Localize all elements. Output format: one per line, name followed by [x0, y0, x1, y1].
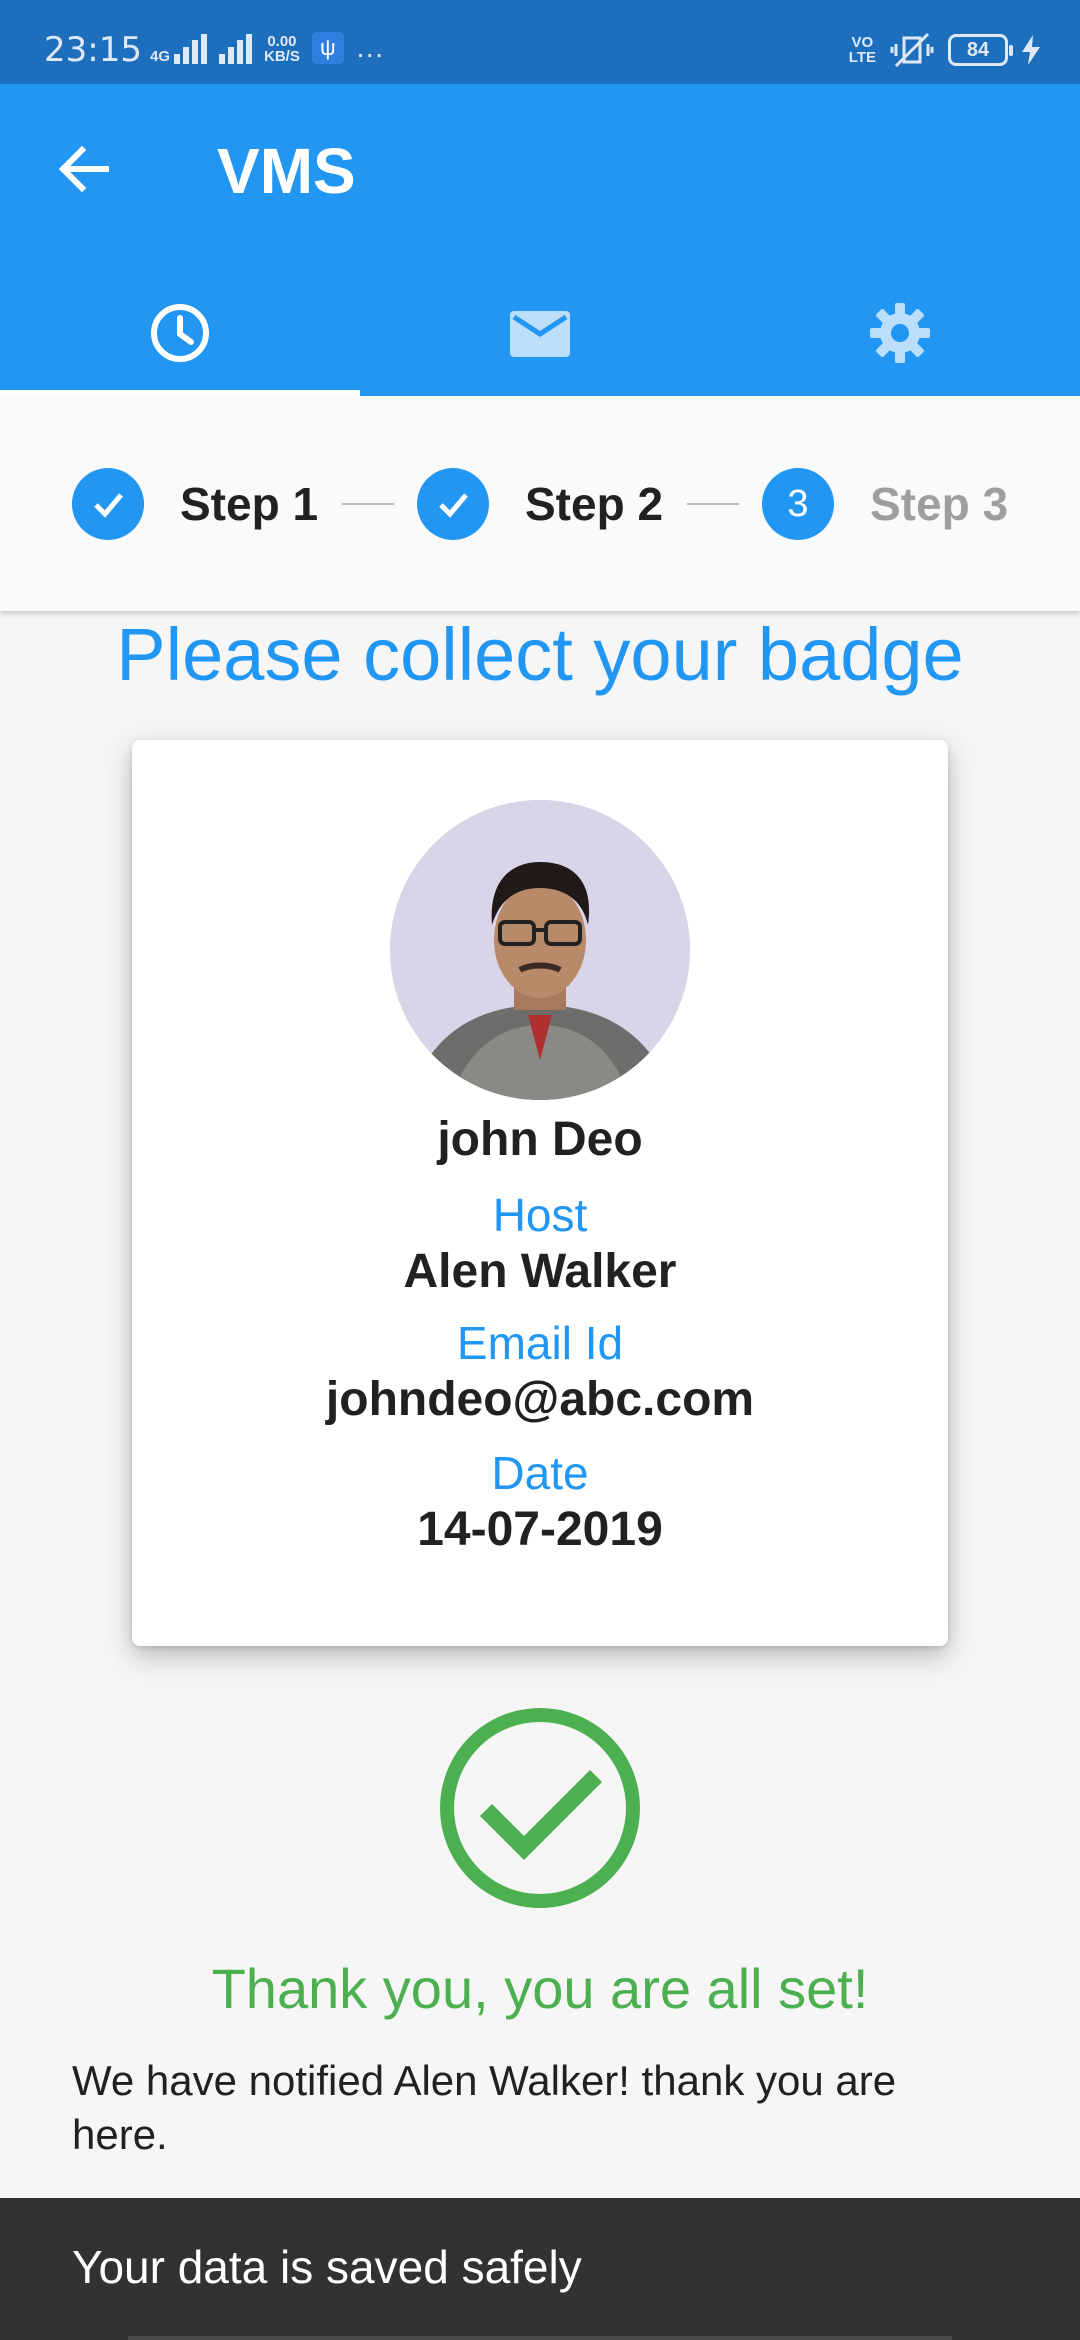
usb-icon: ψ [311, 32, 344, 64]
gear-icon [870, 303, 930, 363]
step-2-label: Step 2 [525, 478, 664, 530]
status-left-icons: 4G 0.00 KB/S ψ ··· [150, 32, 384, 69]
status-time: 23:15 [44, 30, 142, 70]
step-connector [342, 503, 394, 505]
signal-icon [219, 34, 253, 64]
email-label: Email Id [456, 1317, 624, 1369]
app-title: VMS [217, 135, 356, 207]
visitor-photo [390, 800, 690, 1100]
stepper: Step 1 Step 2 3 Step 3 [0, 396, 1080, 611]
step-3[interactable]: 3 Step 3 [762, 468, 1008, 540]
step-1-label: Step 1 [180, 478, 319, 530]
status-bar: 23:15 4G 0.00 KB/S ψ ··· VO LTE 84 [0, 0, 1080, 84]
snackbar-text: Your data is saved safely [72, 2241, 582, 2293]
signal-4g-icon: 4G [150, 34, 208, 65]
clock-icon [151, 304, 209, 362]
snackbar-edge [128, 2336, 952, 2340]
visitor-badge-card: john Deo Host Alen Walker Email Id johnd… [132, 740, 948, 1646]
tab-bar [0, 280, 1080, 396]
tab-messages[interactable] [360, 280, 720, 396]
tab-history[interactable] [0, 280, 360, 396]
charging-icon [1022, 35, 1040, 65]
status-right-icons: VO LTE 84 [849, 30, 1040, 70]
notification-message: We have notified Alen Walker! thank you … [72, 2057, 897, 2158]
date-value: 14-07-2019 [417, 1503, 663, 1556]
network-type-label: 4G [150, 48, 171, 65]
volte-icon: VO LTE [849, 35, 876, 65]
mail-icon [510, 311, 570, 357]
vibrate-icon [890, 32, 934, 68]
success-check-icon [440, 1708, 640, 1908]
step-3-number: 3 [762, 468, 834, 540]
volte-top: VO [851, 34, 874, 51]
more-notifications-icon: ··· [355, 38, 384, 69]
app-bar: VMS [0, 84, 1080, 396]
date-label: Date [491, 1447, 589, 1499]
step-connector [687, 503, 739, 505]
step-1-check-icon [72, 468, 144, 540]
snackbar: Your data is saved safely [0, 2198, 1080, 2340]
volte-bottom: LTE [848, 49, 876, 66]
step-3-label: Step 3 [870, 478, 1009, 530]
tab-settings[interactable] [720, 280, 1080, 396]
back-arrow-icon[interactable] [52, 137, 116, 201]
host-value: Alen Walker [403, 1245, 677, 1298]
email-value: johndeo@abc.com [325, 1373, 755, 1426]
step-1[interactable]: Step 1 [72, 468, 318, 540]
visitor-name: john Deo [437, 1113, 643, 1166]
speed-unit: KB/S [264, 48, 300, 65]
network-speed: 0.00 KB/S [264, 34, 300, 64]
speed-value: 0.00 [267, 33, 297, 50]
battery-icon: 84 [948, 34, 1013, 66]
host-label: Host [492, 1189, 588, 1241]
success-message: Thank you, you are all set! [211, 1957, 869, 2020]
step-2-check-icon [417, 468, 489, 540]
page-heading: Please collect your badge [116, 613, 964, 696]
step-2[interactable]: Step 2 [417, 468, 663, 540]
